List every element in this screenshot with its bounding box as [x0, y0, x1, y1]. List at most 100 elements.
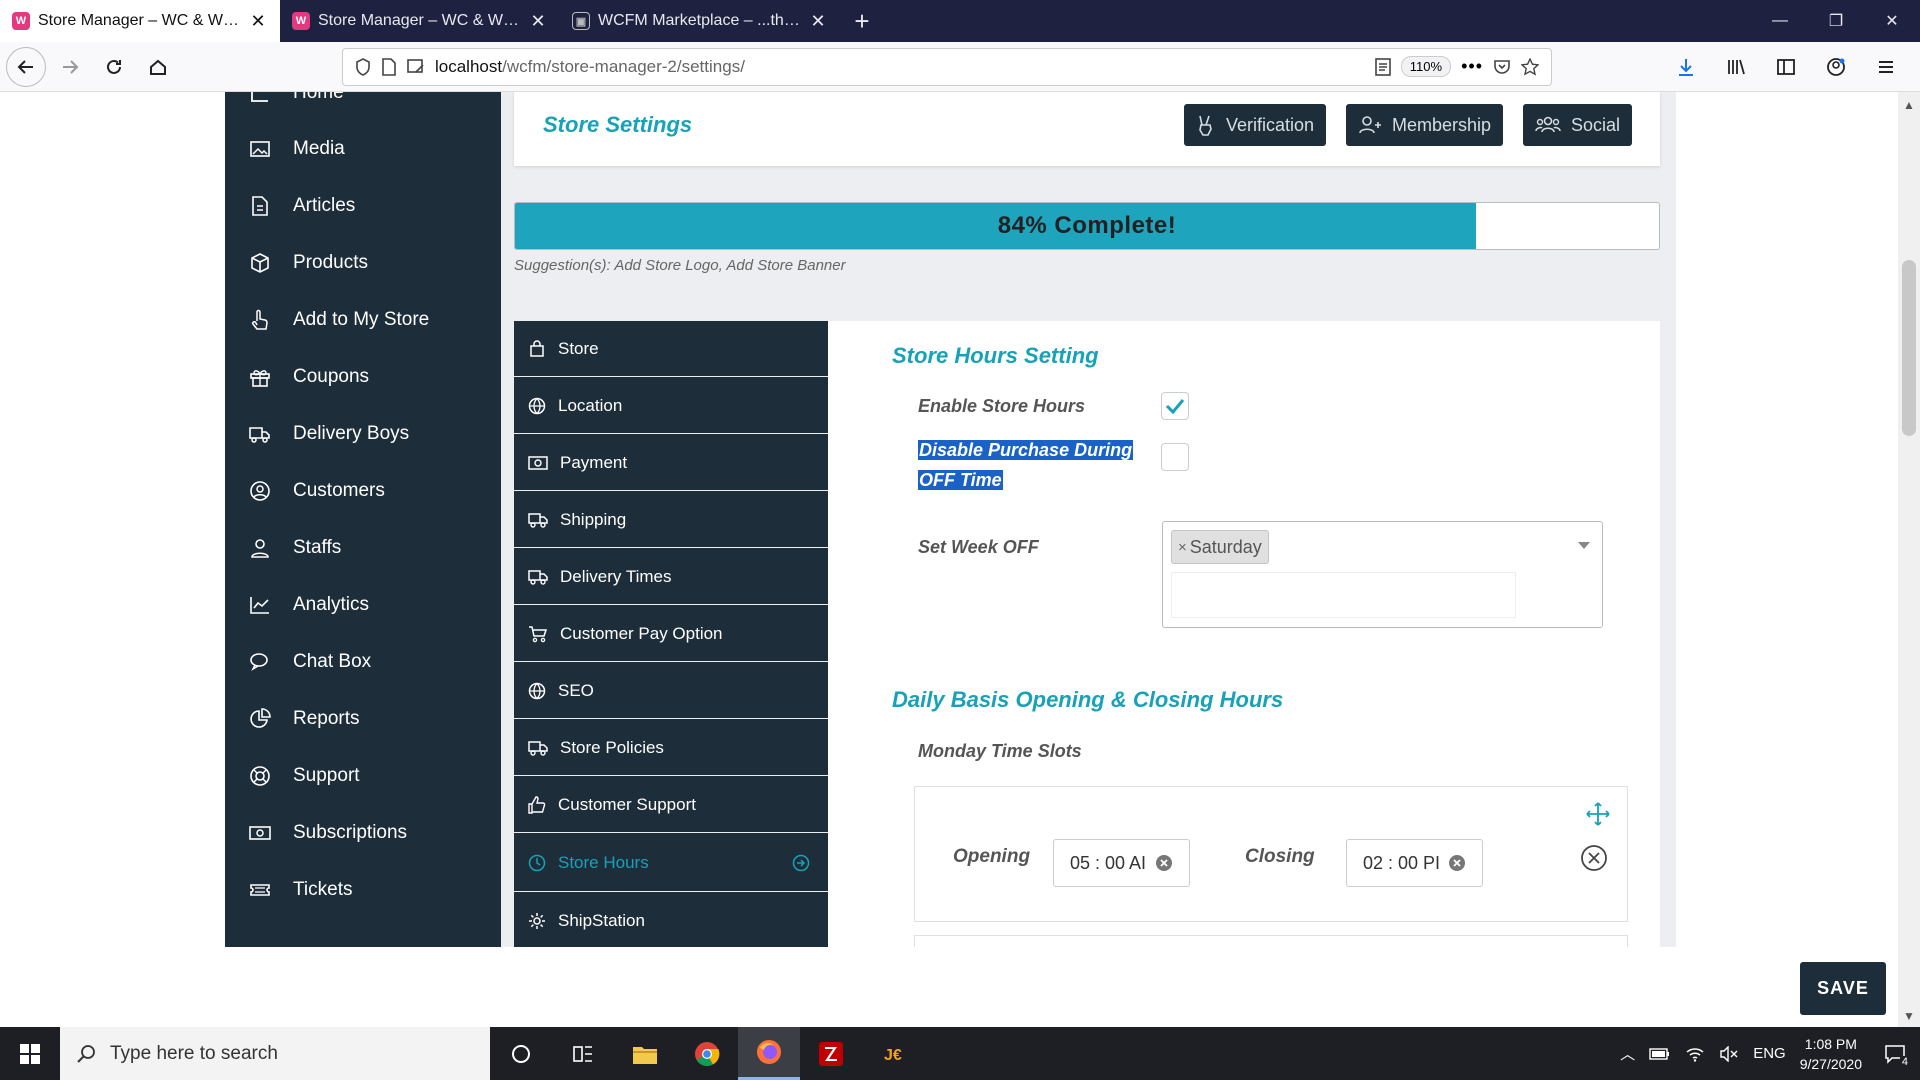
tab-customer-pay-option[interactable]: Customer Pay Option: [514, 606, 828, 662]
move-icon[interactable]: [1585, 801, 1611, 827]
tab-shipping[interactable]: Shipping: [514, 492, 828, 548]
home-icon[interactable]: [138, 47, 178, 87]
taskbar-clock[interactable]: 1:08 PM 9/27/2020: [1800, 1034, 1862, 1074]
cortana-icon[interactable]: [490, 1027, 552, 1080]
file-explorer-icon[interactable]: [614, 1027, 676, 1080]
sidebar-item-subscriptions[interactable]: Subscriptions: [225, 804, 501, 861]
language-indicator[interactable]: ENG: [1753, 1045, 1786, 1062]
library-icon[interactable]: [1716, 47, 1756, 87]
wifi-icon[interactable]: [1685, 1046, 1705, 1062]
week-off-select[interactable]: × Saturday: [1162, 521, 1603, 628]
chrome-icon[interactable]: [676, 1027, 738, 1080]
bookmark-star-icon[interactable]: [1521, 57, 1539, 76]
download-icon[interactable]: [1666, 47, 1706, 87]
window-close-icon[interactable]: ✕: [1864, 0, 1920, 42]
more-actions-icon[interactable]: •••: [1461, 56, 1483, 77]
shield-icon[interactable]: [355, 57, 371, 76]
reload-icon[interactable]: [94, 47, 134, 87]
tab-customer-support[interactable]: Customer Support: [514, 777, 828, 833]
notification-center-icon[interactable]: 4: [1884, 1044, 1910, 1068]
tab-location[interactable]: Location: [514, 378, 828, 434]
social-button[interactable]: Social: [1523, 104, 1633, 146]
forward-icon[interactable]: [50, 47, 90, 87]
restore-icon[interactable]: ❐: [1808, 0, 1864, 42]
close-icon[interactable]: ✕: [808, 11, 828, 32]
disable-purchase-checkbox[interactable]: [1161, 443, 1189, 471]
sidebar-item-staffs[interactable]: Staffs: [225, 519, 501, 576]
browser-tab-3[interactable]: ▣ WCFM Marketplace – ...the nex ✕: [560, 0, 840, 42]
scroll-up-icon[interactable]: ▲: [1903, 98, 1915, 112]
sidebar-item-coupons[interactable]: Coupons: [225, 348, 501, 405]
task-view-icon[interactable]: [552, 1027, 614, 1080]
tab-delivery-times[interactable]: Delivery Times: [514, 549, 828, 605]
clear-icon[interactable]: [1155, 854, 1173, 872]
reader-view-icon[interactable]: [1374, 57, 1391, 76]
home-icon: [251, 92, 268, 102]
sidebar-item-delivery-boys[interactable]: Delivery Boys: [225, 405, 501, 462]
sidebar-toggle-icon[interactable]: [1766, 47, 1806, 87]
verification-button[interactable]: Verification: [1184, 104, 1327, 146]
remove-chip-icon[interactable]: ×: [1178, 539, 1187, 556]
browser-tab-2[interactable]: W Store Manager – WC & WCFM ✕: [280, 0, 560, 42]
pocket-icon[interactable]: [1493, 58, 1511, 76]
volume-muted-icon[interactable]: [1719, 1045, 1739, 1062]
tab-label: Shipping: [560, 509, 627, 529]
sidebar-item-customers[interactable]: Customers: [225, 462, 501, 519]
sidebar-item-add-to-my-store[interactable]: Add to My Store: [225, 291, 501, 348]
tab-store[interactable]: Store: [514, 321, 828, 377]
scroll-thumb[interactable]: [1902, 260, 1916, 436]
minimize-icon[interactable]: —: [1752, 0, 1808, 42]
permissions-icon[interactable]: [407, 58, 425, 76]
closing-time-input[interactable]: 02 : 00 PI: [1346, 839, 1483, 887]
menu-icon[interactable]: [1866, 47, 1906, 87]
page-info-icon[interactable]: [381, 57, 397, 76]
dropdown-arrow-icon[interactable]: [1578, 542, 1590, 549]
browser-tab-1[interactable]: W Store Manager – WC & WCFM ✕: [0, 0, 280, 42]
opening-time-input[interactable]: 05 : 00 AI: [1053, 839, 1190, 887]
tab-shipstation[interactable]: ShipStation: [514, 893, 828, 947]
week-off-search-input[interactable]: [1171, 572, 1516, 618]
close-icon[interactable]: ✕: [248, 11, 268, 32]
sidebar-item-articles[interactable]: Articles: [225, 177, 501, 234]
membership-button[interactable]: Membership: [1346, 104, 1504, 146]
sidebar-item-tickets[interactable]: Tickets: [225, 861, 501, 918]
zoom-level[interactable]: 110%: [1400, 56, 1452, 77]
truck-icon: [528, 740, 548, 756]
sidebar-item-chat-box[interactable]: Chat Box: [225, 633, 501, 690]
progress-label: 84% Complete!: [997, 212, 1177, 239]
money-icon: [528, 455, 548, 470]
remove-slot-icon[interactable]: [1580, 844, 1608, 872]
enable-store-hours-checkbox[interactable]: [1161, 392, 1189, 420]
sidebar-item-analytics[interactable]: Analytics: [225, 576, 501, 633]
sidebar-item-products[interactable]: Products: [225, 234, 501, 291]
sidebar-item-label: Reports: [293, 707, 360, 729]
windows-start-icon[interactable]: [0, 1027, 60, 1080]
tab-payment[interactable]: Payment: [514, 435, 828, 491]
closing-label: Closing: [1245, 846, 1315, 867]
clear-icon[interactable]: [1448, 854, 1466, 872]
page-scrollbar[interactable]: ▲ ▼: [1898, 92, 1920, 1027]
scroll-down-icon[interactable]: ▼: [1903, 1009, 1915, 1023]
firefox-icon[interactable]: [738, 1027, 800, 1080]
sidebar-item-label: Staffs: [293, 536, 342, 558]
sidebar-item-home[interactable]: Home: [225, 92, 501, 121]
tab-store-hours[interactable]: Store Hours: [514, 834, 828, 892]
filezilla-icon[interactable]: [800, 1027, 862, 1080]
sidebar-item-support[interactable]: Support: [225, 747, 501, 804]
back-icon[interactable]: [6, 46, 46, 87]
close-icon[interactable]: ✕: [528, 11, 548, 32]
battery-icon[interactable]: [1649, 1047, 1671, 1061]
url-path: /wcfm/store-manager-2/settings/: [502, 56, 745, 76]
address-bar[interactable]: localhost/wcfm/store-manager-2/settings/…: [342, 47, 1552, 86]
tab-store-policies[interactable]: Store Policies: [514, 720, 828, 776]
account-icon[interactable]: [1816, 47, 1856, 87]
sidebar-item-media[interactable]: Media: [225, 120, 501, 177]
sidebar-item-reports[interactable]: Reports: [225, 690, 501, 747]
tray-chevron-icon[interactable]: ︿: [1620, 1043, 1635, 1064]
jetbrains-icon[interactable]: J€: [862, 1027, 924, 1080]
new-tab-icon[interactable]: +: [840, 0, 884, 42]
save-button[interactable]: SAVE: [1800, 962, 1886, 1015]
page-title: Store Settings: [543, 112, 693, 137]
taskbar-search-box[interactable]: Type here to search: [60, 1027, 490, 1080]
tab-seo[interactable]: SEO: [514, 663, 828, 719]
